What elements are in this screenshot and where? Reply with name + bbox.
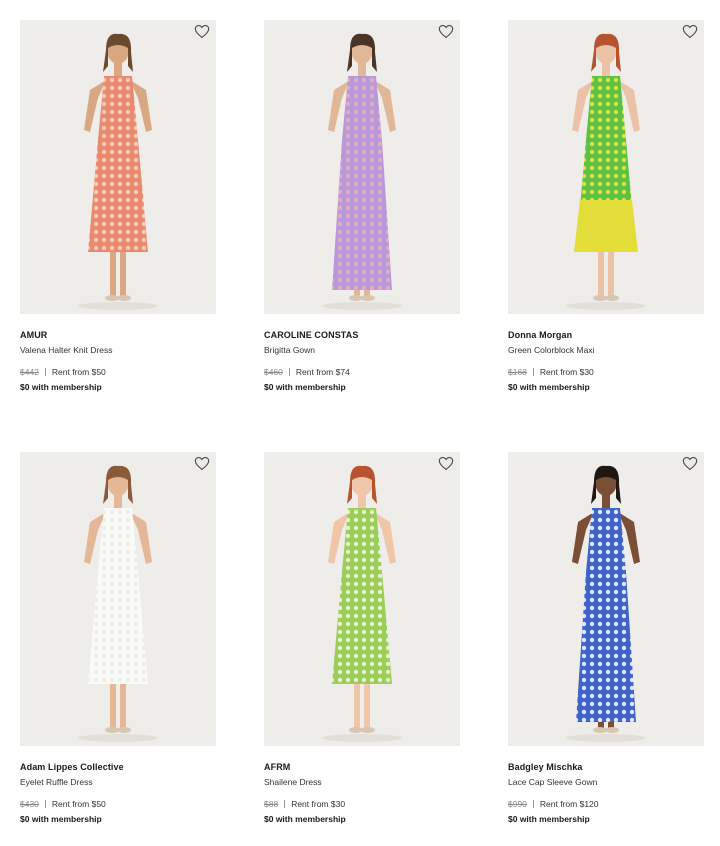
product-name[interactable]: Eyelet Ruffle Dress xyxy=(20,777,216,787)
product-name[interactable]: Lace Cap Sleeve Gown xyxy=(508,777,704,787)
heart-icon[interactable] xyxy=(194,456,210,471)
rent-price: Rent from $74 xyxy=(295,367,350,377)
price-divider xyxy=(288,368,290,376)
product-photo[interactable] xyxy=(20,20,216,314)
rent-price: Rent from $30 xyxy=(291,799,346,809)
price-divider xyxy=(284,800,286,808)
price-divider xyxy=(44,368,46,376)
rent-price: Rent from $120 xyxy=(539,799,599,809)
product-brand[interactable]: Donna Morgan xyxy=(508,330,704,340)
price-divider xyxy=(44,800,46,808)
product-brand[interactable]: AMUR xyxy=(20,330,216,340)
price-divider xyxy=(532,800,534,808)
model-illustration xyxy=(78,465,158,742)
price-row: $442 Rent from $50 xyxy=(20,367,216,377)
price-row: $430 Rent from $50 xyxy=(20,799,216,809)
model-illustration xyxy=(322,33,402,310)
rent-price: Rent from $50 xyxy=(51,367,106,377)
membership-price: $0 with membership xyxy=(20,814,102,824)
product-card[interactable]: CAROLINE CONSTAS Brigitta Gown $460 Rent… xyxy=(264,20,460,392)
price-row: $460 Rent from $74 xyxy=(264,367,460,377)
product-photo[interactable] xyxy=(264,452,460,746)
retail-price: $430 xyxy=(20,799,39,809)
rent-price: Rent from $50 xyxy=(51,799,106,809)
rent-price: Rent from $30 xyxy=(539,367,594,377)
retail-price: $990 xyxy=(508,799,527,809)
product-brand[interactable]: Adam Lippes Collective xyxy=(20,762,216,772)
product-card[interactable]: Badgley Mischka Lace Cap Sleeve Gown $99… xyxy=(508,452,704,824)
price-divider xyxy=(532,368,534,376)
product-name[interactable]: Valena Halter Knit Dress xyxy=(20,345,216,355)
membership-price: $0 with membership xyxy=(264,382,346,392)
product-photo[interactable] xyxy=(264,20,460,314)
product-photo[interactable] xyxy=(508,20,704,314)
product-card[interactable]: Adam Lippes Collective Eyelet Ruffle Dre… xyxy=(20,452,216,824)
retail-price: $88 xyxy=(264,799,279,809)
price-row: $88 Rent from $30 xyxy=(264,799,460,809)
product-brand[interactable]: Badgley Mischka xyxy=(508,762,704,772)
product-card[interactable]: Donna Morgan Green Colorblock Maxi $168 … xyxy=(508,20,704,392)
retail-price: $168 xyxy=(508,367,527,377)
product-name[interactable]: Shailene Dress xyxy=(264,777,460,787)
model-illustration xyxy=(566,465,646,742)
heart-icon[interactable] xyxy=(682,24,698,39)
membership-price: $0 with membership xyxy=(508,382,590,392)
product-name[interactable]: Green Colorblock Maxi xyxy=(508,345,704,355)
retail-price: $460 xyxy=(264,367,283,377)
membership-price: $0 with membership xyxy=(20,382,102,392)
retail-price: $442 xyxy=(20,367,39,377)
heart-icon[interactable] xyxy=(194,24,210,39)
price-row: $168 Rent from $30 xyxy=(508,367,704,377)
product-card[interactable]: AFRM Shailene Dress $88 Rent from $30 $0… xyxy=(264,452,460,824)
product-name[interactable]: Brigitta Gown xyxy=(264,345,460,355)
heart-icon[interactable] xyxy=(682,456,698,471)
model-illustration xyxy=(78,33,158,310)
product-card[interactable]: AMUR Valena Halter Knit Dress $442 Rent … xyxy=(20,20,216,392)
model-illustration xyxy=(322,465,402,742)
product-brand[interactable]: AFRM xyxy=(264,762,460,772)
membership-price: $0 with membership xyxy=(264,814,346,824)
heart-icon[interactable] xyxy=(438,24,454,39)
product-grid: AMUR Valena Halter Knit Dress $442 Rent … xyxy=(0,0,720,846)
model-illustration xyxy=(566,33,646,310)
price-row: $990 Rent from $120 xyxy=(508,799,704,809)
product-photo[interactable] xyxy=(508,452,704,746)
heart-icon[interactable] xyxy=(438,456,454,471)
product-brand[interactable]: CAROLINE CONSTAS xyxy=(264,330,460,340)
membership-price: $0 with membership xyxy=(508,814,590,824)
product-photo[interactable] xyxy=(20,452,216,746)
